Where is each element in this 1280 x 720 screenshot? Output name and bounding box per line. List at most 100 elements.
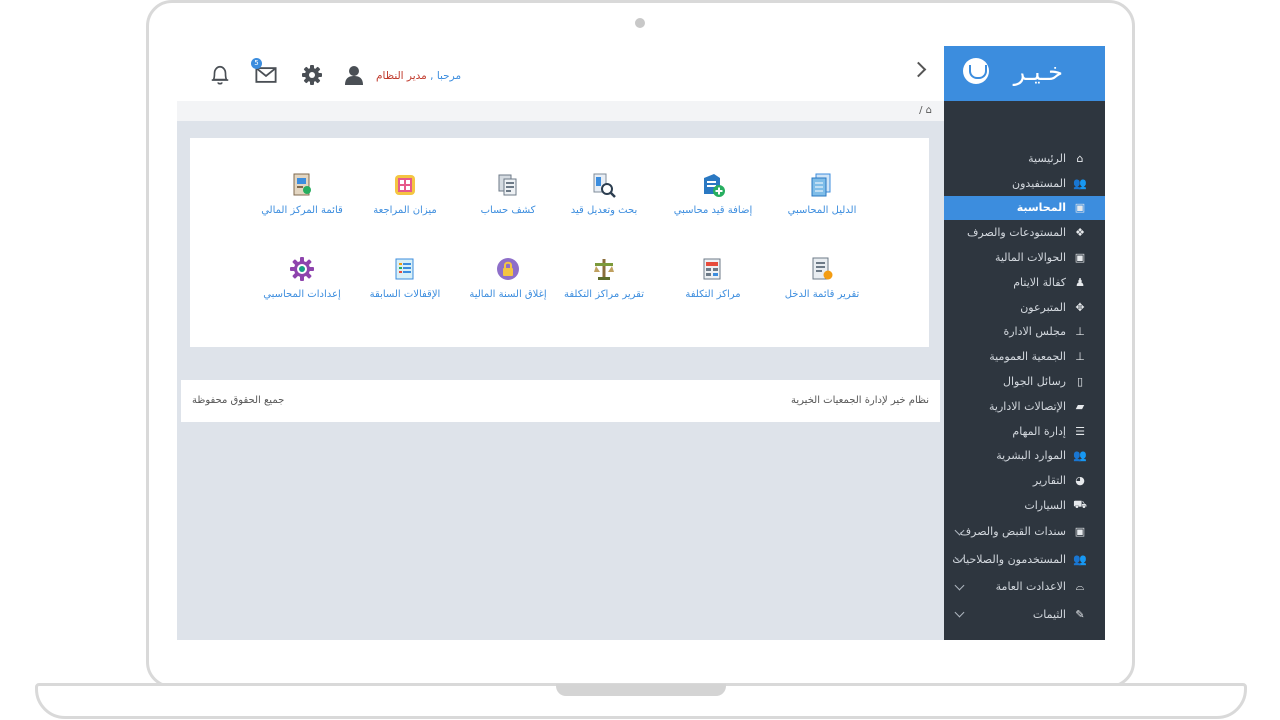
sidebar-item[interactable]: ⌂ الرئيسية: [944, 146, 1105, 171]
home-icon: ⌂: [1076, 151, 1084, 165]
tile-trial-balance[interactable]: ميزان المراجعة: [350, 172, 460, 216]
tile-label: كشف حساب: [480, 205, 536, 216]
users-icon: 👥: [1073, 449, 1087, 463]
brush-icon: ✎: [1075, 607, 1085, 621]
sitemap-icon: ⊥: [1075, 325, 1085, 339]
sidebar-item[interactable]: ☰ إدارة المهام: [944, 419, 1105, 444]
tile-income-report[interactable]: تقرير قائمة الدخل: [767, 256, 877, 300]
tile-cost-centers[interactable]: مراكز التكلفة: [658, 256, 768, 300]
laptop-camera: [635, 18, 645, 28]
sitemap-icon: ⊥: [1075, 350, 1085, 364]
footer-rights: جميع الحقوق محفوظة: [192, 395, 285, 406]
tile-label: إضافة قيد محاسبي: [673, 205, 753, 216]
sidebar-item[interactable]: 👥 المستخدمون والصلاحيات: [944, 545, 1105, 573]
tile-balance-sheet[interactable]: قائمة المركز المالي: [247, 172, 357, 216]
sidebar-item[interactable]: ✥ المتبرعون: [944, 295, 1105, 320]
sidebar-item[interactable]: ▣ المحاسبة: [944, 195, 1105, 221]
sidebar-item-label: المتبرعون: [1020, 300, 1066, 314]
sidebar-item-label: الإتصالات الادارية: [989, 399, 1066, 413]
tile-label: مراكز التكلفة: [685, 289, 741, 300]
sidebar-item[interactable]: 👥 المستفيدون: [944, 171, 1105, 196]
crosshair-icon: ✥: [1075, 300, 1085, 314]
mobile-icon: ▯: [1076, 375, 1084, 389]
sidebar-item-label: المستخدمون والصلاحيات: [952, 552, 1066, 566]
hdd-icon: ⌓: [1075, 579, 1085, 593]
sidebar-item[interactable]: ⊥ الجمعية العمومية: [944, 344, 1105, 369]
tile-close-year[interactable]: إغلاق السنة المالية: [453, 256, 563, 300]
user-icon[interactable]: [343, 64, 365, 86]
tasks-icon: ☰: [1075, 424, 1085, 438]
user-name[interactable]: مدير النظام: [376, 70, 427, 82]
sidebar-item-label: المستفيدون: [1012, 176, 1066, 190]
income-report-icon: [812, 257, 833, 280]
home-icon[interactable]: ⌂: [926, 105, 932, 116]
laptop-notch: [556, 684, 726, 696]
gear-icon[interactable]: [301, 64, 323, 86]
accounting-settings-icon: [290, 257, 314, 281]
tile-add-entry[interactable]: إضافة قيد محاسبي: [658, 172, 768, 216]
welcome-text: مرحبا , مدير النظام: [376, 70, 461, 82]
sidebar-item-label: الثيمات: [1032, 607, 1066, 621]
footer-system-name: نظام خير لإدارة الجمعيات الخيرية: [791, 395, 929, 406]
page-footer: نظام خير لإدارة الجمعيات الخيرية جميع ال…: [181, 380, 940, 422]
sidebar-item[interactable]: ⊥ مجلس الادارة: [944, 320, 1105, 345]
sidebar-item-label: الاعدادت العامة: [995, 580, 1066, 594]
accounting-guide-icon: [811, 173, 831, 197]
users-icon: 👥: [1073, 176, 1087, 190]
greeting-text: مرحبا ,: [430, 70, 462, 82]
cubes-icon: ❖: [1075, 226, 1085, 240]
sidebar-menu: ⌂ الرئيسية 👥 المستفيدون ▣ المحاسبة ❖ المستودعات…: [944, 146, 1105, 628]
tile-cost-centers-report[interactable]: تقرير مراكز التكلفة: [549, 256, 659, 300]
sidebar-item[interactable]: ⛟ السيارات: [944, 493, 1105, 518]
sidebar-item[interactable]: ♟ كفالة الايتام: [944, 270, 1105, 295]
tile-accounting-guide[interactable]: الدليل المحاسبي: [767, 172, 877, 216]
child-icon: ♟: [1075, 275, 1085, 289]
folder-icon: ▰: [1075, 399, 1085, 413]
sidebar-item-label: إدارة المهام: [1012, 424, 1066, 438]
brand-logo-text[interactable]: خـيـر: [1014, 58, 1063, 86]
sidebar-item[interactable]: 👥 الموارد البشرية: [944, 444, 1105, 469]
sidebar: خـيـر ⌂ الرئيسية 👥 المستفيدون ▣ المحاسبة ❖ المس…: [944, 46, 1105, 640]
sidebar-item[interactable]: ⌓ الاعدادت العامة: [944, 573, 1105, 601]
chevron-down-icon[interactable]: [954, 580, 965, 591]
trial-balance-icon: [395, 175, 415, 195]
account-statement-icon: [498, 174, 517, 196]
tile-label: إغلاق السنة المالية: [469, 289, 547, 300]
accounting-tiles-card: الدليل المحاسبي إضافة قيد محاسبي بحث وتع…: [190, 138, 929, 347]
sidebar-toggle-chevron-icon[interactable]: [910, 61, 927, 78]
money-icon: ▣: [1074, 251, 1086, 265]
tile-search-entry[interactable]: بحث وتعديل قيد: [549, 172, 659, 216]
tile-label: الدليل المحاسبي: [787, 205, 857, 216]
previous-closings-icon: [395, 258, 414, 280]
sidebar-item[interactable]: ▣ الحوالات المالية: [944, 245, 1105, 270]
sidebar-item-label: مجلس الادارة: [1003, 325, 1066, 339]
sidebar-item[interactable]: ▣ سندات القبض والصرف: [944, 518, 1105, 546]
add-entry-icon: [704, 174, 725, 197]
cost-centers-icon: [703, 258, 721, 280]
chevron-down-icon[interactable]: [954, 608, 965, 618]
sidebar-item[interactable]: ◕ التقارير: [944, 468, 1105, 493]
tile-account-statement[interactable]: كشف حساب: [453, 172, 563, 216]
sidebar-item[interactable]: ▰ الإتصالات الادارية: [944, 394, 1105, 419]
brand-bar: خـيـر: [944, 46, 1105, 101]
sidebar-item-label: رسائل الجوال: [1002, 375, 1066, 389]
sidebar-item[interactable]: ▯ رسائل الجوال: [944, 369, 1105, 394]
money-icon: ▣: [1074, 201, 1086, 215]
bell-icon[interactable]: [209, 64, 231, 86]
tile-previous-closings[interactable]: الإقفالات السابقة: [350, 256, 460, 300]
sidebar-item[interactable]: ❖ المستودعات والصرف: [944, 220, 1105, 245]
cost-centers-report-icon: [594, 259, 614, 280]
tile-accounting-settings[interactable]: إعدادات المحاسبي: [247, 256, 357, 300]
users-icon: 👥: [1073, 552, 1087, 566]
sidebar-item-label: المستودعات والصرف: [967, 226, 1066, 240]
money-icon: ▣: [1074, 525, 1086, 539]
sidebar-item-label: التقارير: [1032, 474, 1066, 488]
sidebar-item[interactable]: ✎ الثيمات: [944, 600, 1105, 628]
app-screen: مرحبا , مدير النظام 5 ⌂ / الدليل المحاسب…: [177, 46, 1105, 640]
tile-label: إعدادات المحاسبي: [263, 289, 341, 300]
breadcrumb: ⌂ /: [177, 101, 944, 121]
tile-label: ميزان المراجعة: [373, 205, 437, 216]
mail-count-badge: 5: [251, 58, 262, 69]
tile-label: الإقفالات السابقة: [369, 289, 441, 300]
search-entry-icon: [593, 173, 616, 198]
